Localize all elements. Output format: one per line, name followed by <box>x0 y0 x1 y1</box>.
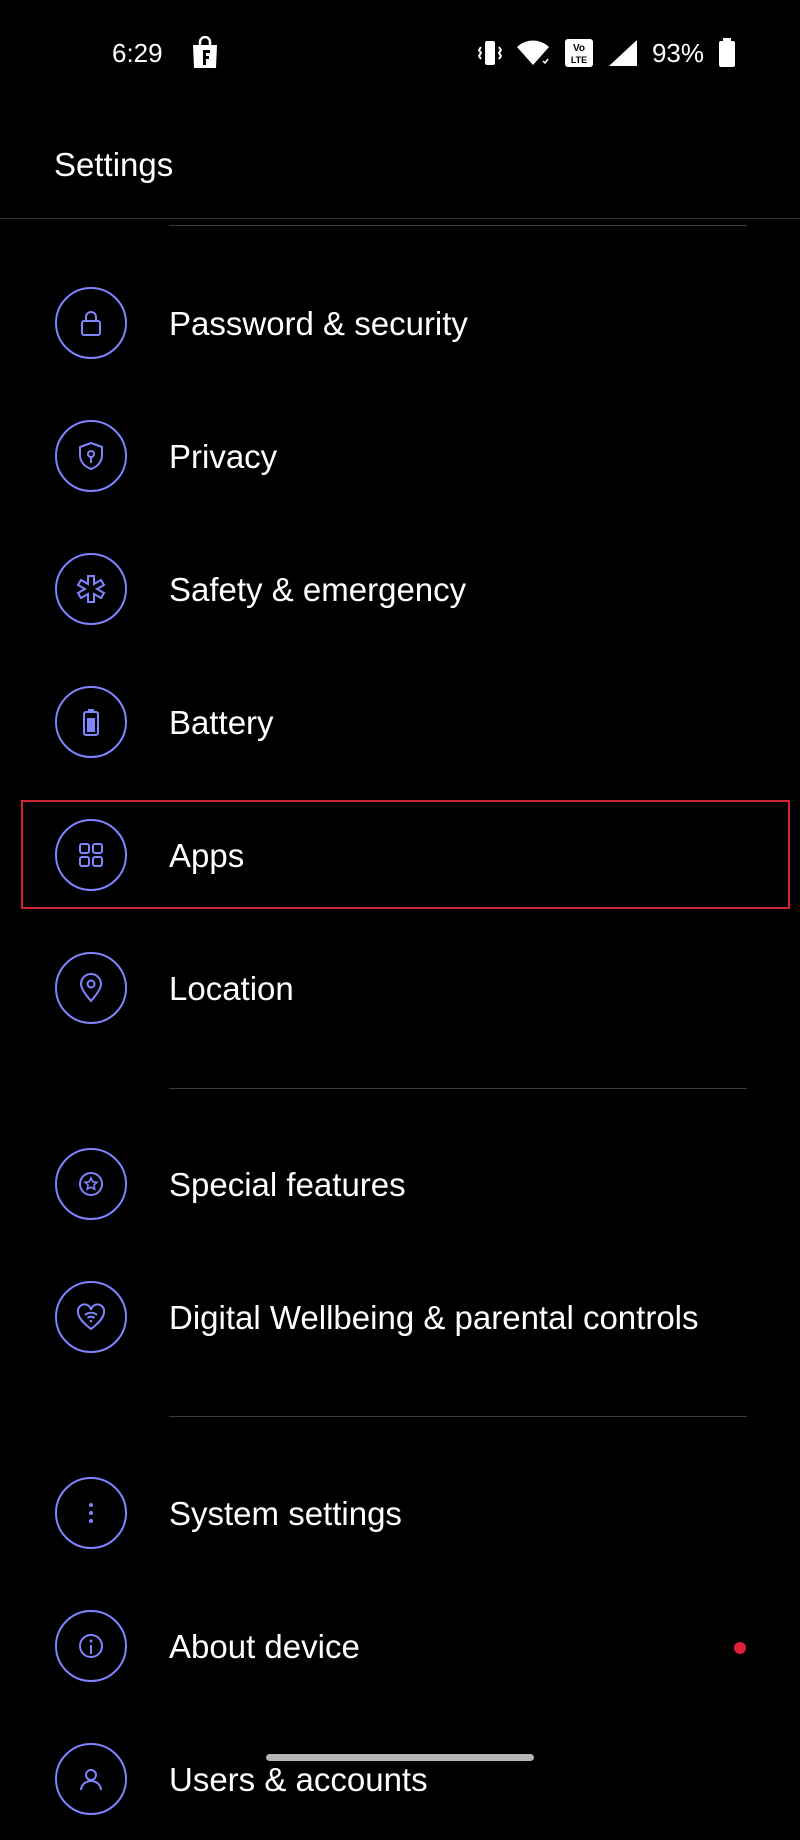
settings-item-label: Special features <box>169 1166 406 1203</box>
star-icon <box>55 1148 127 1220</box>
page-title: Settings <box>54 146 174 183</box>
gesture-nav-handle[interactable] <box>266 1754 534 1761</box>
divider <box>169 225 747 226</box>
notification-dot <box>734 1642 746 1654</box>
settings-item-label: Privacy <box>169 438 278 475</box>
settings-item-location[interactable]: Location <box>0 931 800 1049</box>
settings-item-special-features[interactable]: Special features <box>0 1127 800 1245</box>
settings-item-system-settings[interactable]: System settings <box>0 1456 800 1574</box>
settings-item-digital-wellbeing[interactable]: Digital Wellbeing & parental controls <box>0 1260 800 1378</box>
divider <box>169 1088 747 1089</box>
battery-icon <box>55 686 127 758</box>
battery-percent: 93% <box>651 37 704 68</box>
battery-icon <box>718 38 736 68</box>
settings-item-label: Apps <box>169 837 245 874</box>
shield-icon <box>55 420 127 492</box>
status-icons: Vo LTE 93% <box>477 36 736 70</box>
more-vertical-icon <box>55 1477 127 1549</box>
status-time: 6:29 <box>112 38 163 68</box>
signal-icon <box>608 39 638 67</box>
svg-text:LTE: LTE <box>571 55 587 65</box>
settings-item-users-accounts[interactable]: Users & accounts <box>0 1722 800 1840</box>
settings-item-apps[interactable]: Apps <box>0 798 800 916</box>
svg-text:Vo: Vo <box>573 43 585 54</box>
status-bar: 6:29 Vo LTE 93% <box>0 0 800 110</box>
settings-item-safety-emergency[interactable]: Safety & emergency <box>0 532 800 650</box>
apps-grid-icon <box>55 819 127 891</box>
wifi-icon <box>516 39 550 67</box>
settings-item-label: System settings <box>169 1495 402 1532</box>
settings-item-privacy[interactable]: Privacy <box>0 399 800 517</box>
heart-wifi-icon <box>55 1281 127 1353</box>
settings-item-label: Battery <box>169 704 274 741</box>
settings-item-password-security[interactable]: Password & security <box>0 266 800 384</box>
settings-item-label: Users & accounts <box>169 1761 428 1798</box>
vibrate-icon <box>477 39 502 67</box>
info-icon <box>55 1610 127 1682</box>
volte-icon: Vo LTE <box>564 38 594 68</box>
settings-item-about-device[interactable]: About device <box>0 1589 800 1707</box>
location-pin-icon <box>55 952 127 1024</box>
medical-star-icon <box>55 553 127 625</box>
settings-item-label: Location <box>169 970 294 1007</box>
app-header: Settings <box>0 110 800 219</box>
divider <box>169 1416 747 1417</box>
settings-item-label: Safety & emergency <box>169 571 467 608</box>
settings-item-label: About device <box>169 1628 360 1665</box>
lock-icon <box>55 287 127 359</box>
settings-item-label: Password & security <box>169 305 468 342</box>
shopping-bag-f-icon <box>190 35 220 70</box>
settings-item-battery[interactable]: Battery <box>0 665 800 783</box>
settings-item-label: Digital Wellbeing & parental controls <box>169 1299 699 1336</box>
user-icon <box>55 1743 127 1815</box>
